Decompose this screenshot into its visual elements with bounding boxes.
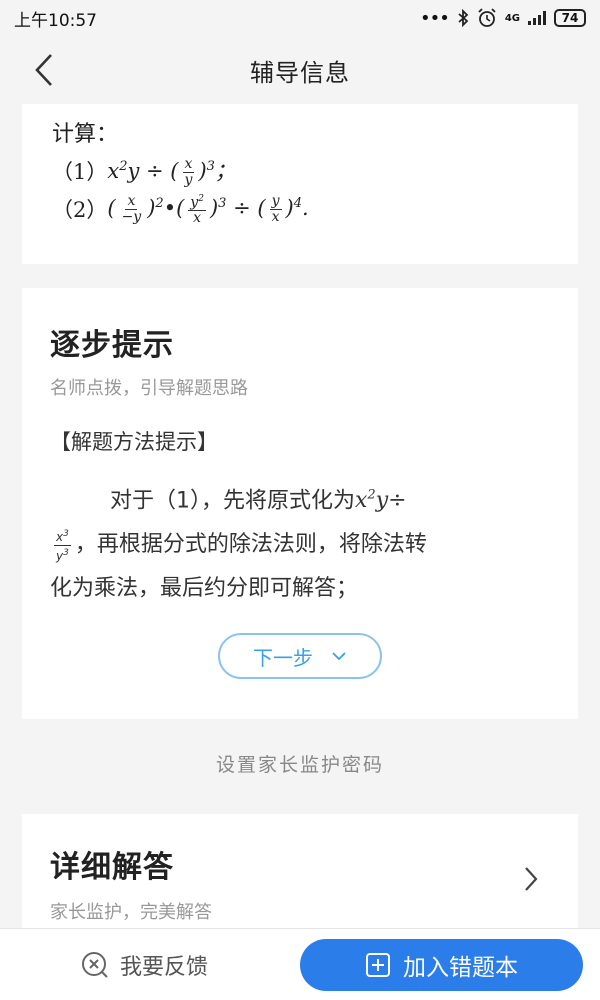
item-2-label: （2） <box>52 198 108 222</box>
feedback-icon <box>82 952 108 978</box>
next-step-label: 下一步 <box>253 645 313 670</box>
network-type: 4G <box>504 12 520 24</box>
question-item-1: （1） x2y ÷ (x y)3； <box>52 152 548 190</box>
hint-text-part3: 化为乘法，最后约分即可解答； <box>50 576 359 602</box>
chevron-left-icon <box>35 54 52 86</box>
method-heading: 【解题方法提示】 <box>50 430 218 454</box>
formula-1: x2y ÷ (x y)3； <box>107 155 236 188</box>
bluetooth-icon <box>458 9 469 27</box>
feedback-button[interactable]: 我要反馈 <box>80 945 208 985</box>
hint-text-part2: ，再根据分式的除法法则，将除法转 <box>74 532 427 558</box>
hint-subtitle: 名师点拨，引导解题思路 <box>50 378 248 399</box>
status-bar: 上午10:57 ••• 4G 74 <box>0 0 600 36</box>
bottom-action-bar: 我要反馈 加入错题本 <box>0 928 600 1000</box>
hint-title: 逐步提示 <box>50 328 174 363</box>
more-dots-icon: ••• <box>419 7 450 29</box>
signal-icon <box>528 11 546 25</box>
chevron-down-icon <box>332 652 346 661</box>
battery-icon: 74 <box>554 9 586 27</box>
parent-password-link[interactable]: 设置家长监护密码 <box>0 750 600 777</box>
chevron-right-icon <box>525 867 538 891</box>
formula-2: (x −y)2•(y2 x)3 ÷ (y x)4. <box>107 192 309 227</box>
back-button[interactable] <box>24 50 64 90</box>
step-hint-card: 逐步提示 名师点拨，引导解题思路 【解题方法提示】 对于（1），先将原式化为x2… <box>22 288 578 719</box>
detail-title: 详细解答 <box>50 850 174 885</box>
alarm-icon <box>478 8 496 27</box>
hint-text: 对于（1），先将原式化为x2y÷ x3 y3 ，再根据分式的除法法则，将除法转 化为… <box>50 474 548 611</box>
feedback-label: 我要反馈 <box>120 955 209 980</box>
hint-text-part1: 对于（1），先将原式化为 <box>110 488 355 514</box>
add-box-icon <box>366 953 390 977</box>
status-icons: ••• 4G 74 <box>420 8 586 29</box>
status-time: 上午10:57 <box>14 10 97 31</box>
question-intro: 计算： <box>52 122 119 147</box>
page-title: 辅导信息 <box>250 58 350 87</box>
add-label: 加入错题本 <box>403 955 518 981</box>
question-card: 计算： （1） x2y ÷ (x y)3； （2） (x −y)2•(y2 x)3 ÷… <box>22 104 578 264</box>
detailed-answer-card[interactable]: 详细解答 家长监护，完美解答 <box>22 814 578 929</box>
formula-hint: x2y÷ <box>355 488 407 514</box>
add-to-mistakes-button[interactable]: 加入错题本 <box>300 939 583 991</box>
next-step-button[interactable]: 下一步 <box>218 633 382 679</box>
formula-frac-x3-y3: x3 y3 <box>54 528 71 563</box>
question-item-2: （2） (x −y)2•(y2 x)3 ÷ (y x)4. <box>52 190 548 228</box>
item-1-label: （1） <box>52 160 108 184</box>
nav-bar: 辅导信息 <box>0 36 600 104</box>
detail-subtitle: 家长监护，完美解答 <box>50 902 212 923</box>
